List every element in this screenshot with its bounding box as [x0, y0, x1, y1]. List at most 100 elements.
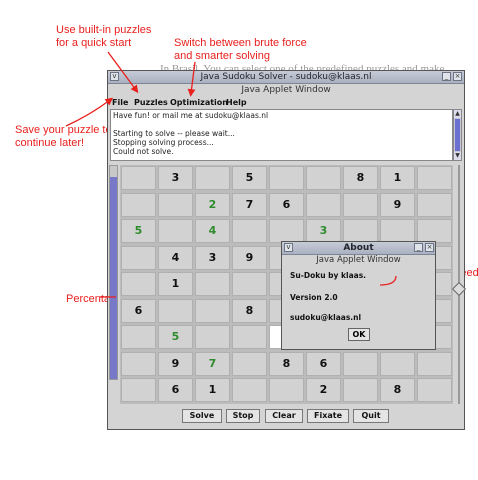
close-icon[interactable]: × — [453, 72, 462, 81]
sudoku-cell[interactable] — [417, 378, 452, 402]
sudoku-cell[interactable]: 8 — [232, 298, 267, 323]
sudoku-cell[interactable] — [158, 298, 193, 323]
sudoku-cell[interactable]: 2 — [306, 378, 341, 402]
menu-help[interactable]: Help — [226, 97, 247, 109]
about-email: sudoku@klaas.nl — [290, 313, 362, 322]
annotation-optimization-line2: and smarter solving — [174, 50, 270, 62]
sudoku-cell[interactable]: 6 — [121, 298, 156, 323]
minimize-icon[interactable]: _ — [442, 72, 451, 81]
sudoku-cell[interactable] — [158, 219, 193, 243]
sudoku-cell[interactable]: 1 — [158, 272, 193, 296]
sudoku-cell[interactable] — [232, 219, 267, 243]
sudoku-cell[interactable] — [121, 378, 156, 402]
sudoku-cell[interactable] — [121, 166, 156, 190]
menu-puzzles[interactable]: Puzzles — [134, 97, 168, 109]
sudoku-cell[interactable] — [232, 378, 267, 402]
log-scrollbar[interactable]: ▲ ▼ — [453, 109, 462, 161]
annotation-puzzles: Use built-in puzzles for a quick start — [56, 24, 151, 50]
speed-slider[interactable] — [451, 165, 467, 404]
sudoku-cell[interactable] — [195, 166, 230, 190]
sudoku-cell[interactable] — [269, 219, 304, 243]
sudoku-cell[interactable] — [269, 166, 304, 190]
sudoku-cell[interactable]: 3 — [195, 245, 230, 270]
sudoku-cell[interactable] — [121, 325, 156, 349]
sudoku-cell[interactable] — [121, 192, 156, 217]
sudoku-cell[interactable]: 7 — [195, 351, 230, 376]
about-subtitle: Java Applet Window — [316, 255, 401, 265]
solve-button[interactable]: Solve — [182, 409, 222, 423]
sudoku-cell[interactable]: 8 — [380, 378, 415, 402]
scroll-thumb[interactable] — [455, 119, 460, 151]
sudoku-cell[interactable] — [343, 351, 378, 376]
about-minimize-icon[interactable]: _ — [414, 243, 423, 252]
sudoku-cell[interactable]: 6 — [269, 192, 304, 217]
log-textarea[interactable]: Have fun! or mail me at sudoku@klaas.nl … — [110, 109, 453, 161]
window-titlebar[interactable]: v Java Sudoku Solver - sudoku@klaas.nl _… — [108, 71, 464, 84]
annotation-save-line1: Save your puzzle to — [15, 124, 112, 136]
sudoku-cell[interactable] — [232, 325, 267, 349]
clear-button[interactable]: Clear — [265, 409, 303, 423]
fixate-button[interactable]: Fixate — [307, 409, 349, 423]
sudoku-cell[interactable] — [195, 325, 230, 349]
sudoku-cell[interactable]: 2 — [195, 192, 230, 217]
sudoku-cell[interactable]: 6 — [306, 351, 341, 376]
window-subtitle: Java Applet Window — [241, 85, 331, 95]
stop-button[interactable]: Stop — [226, 409, 260, 423]
sudoku-cell[interactable] — [195, 272, 230, 296]
scroll-down-icon[interactable]: ▼ — [454, 152, 461, 160]
sudoku-cell[interactable] — [121, 272, 156, 296]
sudoku-cell[interactable] — [380, 219, 415, 243]
annotation-puzzles-line2: for a quick start — [56, 37, 132, 49]
sudoku-cell[interactable] — [232, 272, 267, 296]
sudoku-cell[interactable]: 9 — [158, 351, 193, 376]
percentage-solved-bar — [109, 165, 118, 380]
arrow-save — [65, 97, 114, 127]
sudoku-cell[interactable] — [343, 192, 378, 217]
speed-slider-knob[interactable] — [451, 282, 467, 297]
sudoku-cell[interactable]: 7 — [232, 192, 267, 217]
sudoku-cell[interactable]: 6 — [158, 378, 193, 402]
sudoku-cell[interactable]: 4 — [195, 219, 230, 243]
sudoku-cell[interactable] — [121, 351, 156, 376]
window-title: Java Sudoku Solver - sudoku@klaas.nl — [200, 72, 372, 82]
sudoku-cell[interactable]: 1 — [380, 166, 415, 190]
sudoku-cell[interactable] — [232, 351, 267, 376]
about-close-icon[interactable]: × — [425, 243, 434, 252]
sudoku-cell[interactable] — [269, 378, 304, 402]
sudoku-cell[interactable] — [343, 378, 378, 402]
sudoku-cell[interactable] — [306, 192, 341, 217]
sudoku-cell[interactable] — [343, 219, 378, 243]
sudoku-cell[interactable] — [158, 192, 193, 217]
sudoku-cell[interactable] — [121, 245, 156, 270]
sudoku-cell[interactable] — [417, 219, 452, 243]
sudoku-cell[interactable]: 9 — [232, 245, 267, 270]
sudoku-cell[interactable] — [417, 192, 452, 217]
sudoku-cell[interactable] — [417, 166, 452, 190]
sudoku-cell[interactable]: 8 — [269, 351, 304, 376]
sudoku-cell[interactable]: 3 — [306, 219, 341, 243]
sudoku-cell[interactable]: 4 — [158, 245, 193, 270]
sudoku-cell[interactable]: 5 — [158, 325, 193, 349]
sudoku-cell[interactable]: 3 — [158, 166, 193, 190]
button-row: Solve Stop Clear Fixate Quit — [108, 408, 464, 424]
annotation-optimization-line1: Switch between brute force — [174, 37, 307, 49]
quit-button[interactable]: Quit — [353, 409, 389, 423]
sudoku-cell[interactable]: 8 — [343, 166, 378, 190]
ok-button[interactable]: OK — [348, 328, 370, 341]
about-title: About — [343, 243, 374, 253]
about-author: Su-Doku by klaas. — [290, 271, 367, 280]
sudoku-cell[interactable]: 5 — [232, 166, 267, 190]
sudoku-cell[interactable] — [195, 298, 230, 323]
scroll-up-icon[interactable]: ▲ — [454, 110, 461, 118]
sudoku-cell[interactable] — [417, 351, 452, 376]
sudoku-cell[interactable]: 9 — [380, 192, 415, 217]
sudoku-cell[interactable]: 1 — [195, 378, 230, 402]
about-titlebar[interactable]: v About _ × — [282, 242, 435, 255]
menu-file[interactable]: File — [112, 97, 128, 109]
annotation-optimization: Switch between brute force and smarter s… — [174, 37, 307, 63]
menu-optimization[interactable]: Optimization — [170, 97, 228, 109]
sudoku-cell[interactable] — [380, 351, 415, 376]
sudoku-cell[interactable] — [306, 166, 341, 190]
sudoku-cell[interactable]: 5 — [121, 219, 156, 243]
annotation-puzzles-line1: Use built-in puzzles — [56, 24, 152, 36]
